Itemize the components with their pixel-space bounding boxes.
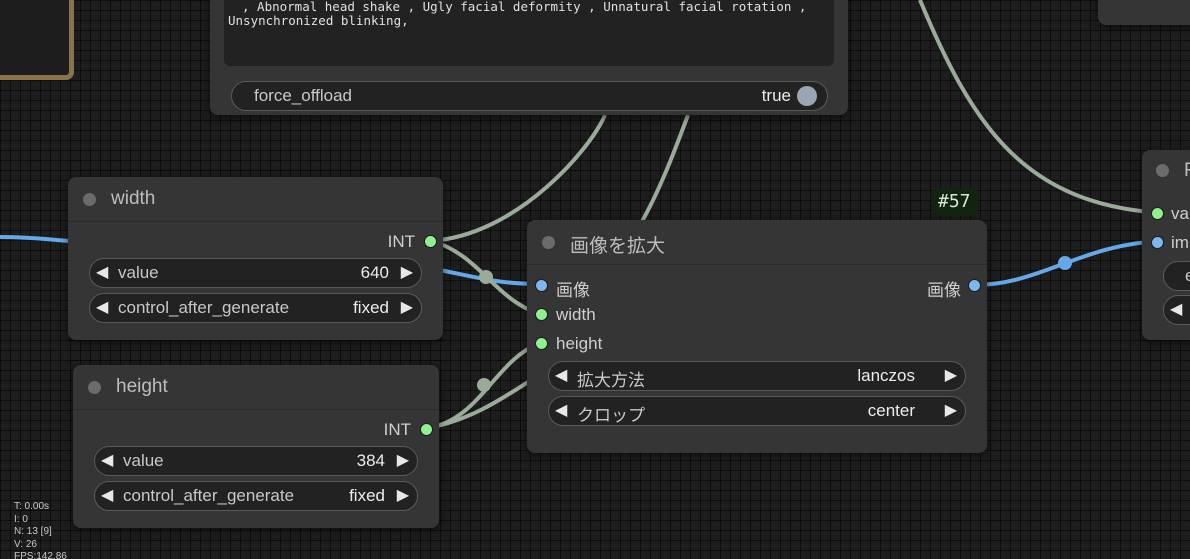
arrow-right-icon[interactable]: ▶ — [401, 297, 413, 317]
upscale-node-header[interactable]: 画像を拡大 — [527, 220, 987, 265]
output-image-dot[interactable] — [968, 279, 981, 292]
widget-value: lanczos — [857, 366, 915, 385]
widget-name: value — [123, 451, 164, 470]
right-node-input-im-label: im — [1171, 233, 1189, 252]
arrow-left-icon[interactable]: ◀ — [96, 262, 108, 282]
right-node-fragment[interactable]: F va im e ◀ — [1142, 150, 1190, 340]
link-reroute-dot-3[interactable] — [1058, 256, 1072, 270]
link-upscale-to-right — [973, 239, 1161, 287]
right-node-title-fragment: F — [1184, 160, 1190, 181]
arrow-right-icon[interactable]: ▶ — [945, 365, 957, 385]
right-node-input-va-dot[interactable] — [1151, 207, 1164, 220]
height-node[interactable]: height INT ◀ value 384 ▶ ◀ control_after… — [73, 365, 439, 528]
input-image-label: 画像 — [556, 281, 590, 300]
upscale-method-widget[interactable]: ◀ 拡大方法 lanczos ▶ — [548, 361, 966, 391]
render-stats: T: 0.00s I: 0 N: 13 [9] V: 26 FPS:142.86 — [14, 501, 67, 559]
height-node-output-dot[interactable] — [420, 423, 433, 436]
arrow-left-icon[interactable]: ◀ — [555, 400, 567, 420]
width-node-status-dot — [83, 193, 96, 206]
widget-value: fixed — [349, 486, 385, 505]
height-node-title: height — [116, 376, 168, 397]
arrow-left-icon[interactable]: ◀ — [101, 450, 113, 470]
prompt-text-line-2: Unsynchronized blinking, — [228, 13, 409, 28]
input-height-dot[interactable] — [535, 337, 548, 350]
link-reroute-dot-2[interactable] — [477, 378, 491, 392]
prompt-text-line-1: , Abnormal head shake , Ugly facial defo… — [242, 0, 807, 14]
right-node-widget-1[interactable]: e — [1163, 261, 1190, 291]
width-value-widget[interactable]: ◀ value 640 ▶ — [89, 258, 422, 288]
widget-value: fixed — [353, 298, 389, 317]
widget-name: control_after_generate — [123, 486, 295, 505]
stat-nodes: N: 13 [9] — [14, 526, 52, 537]
widget-value: 384 — [356, 451, 385, 470]
link-reroute-dot-1[interactable] — [479, 270, 493, 284]
widget-name: value — [118, 263, 159, 282]
height-node-output-label: INT — [383, 420, 411, 439]
node-graph-canvas[interactable]: , Abnormal head shake , Ugly facial defo… — [0, 0, 1190, 559]
width-control-widget[interactable]: ◀ control_after_generate fixed ▶ — [89, 293, 422, 323]
arrow-right-icon[interactable]: ▶ — [401, 262, 413, 282]
stat-v: V: 26 — [14, 538, 37, 550]
link-left-image-in — [0, 235, 71, 243]
input-width-dot[interactable] — [535, 308, 548, 321]
upscale-node-status-dot — [542, 236, 555, 249]
right-node-input-va-label: va — [1171, 204, 1189, 223]
arrow-right-icon[interactable]: ▶ — [397, 485, 409, 505]
widget-name: control_after_generate — [118, 298, 290, 317]
stat-i: I: 0 — [14, 513, 28, 525]
prompt-textarea[interactable]: , Abnormal head shake , Ugly facial defo… — [224, 0, 834, 66]
link-top-to-upscale-2 — [638, 114, 690, 226]
link-height-to-upscale-a — [427, 341, 541, 430]
group-frame-fragment — [0, 0, 74, 80]
upscale-image-node[interactable]: 画像を拡大 画像 width height 画像 ◀ 拡大方法 lanczos … — [527, 220, 987, 453]
toggle-knob-icon — [797, 86, 817, 106]
widget-value: center — [867, 401, 915, 420]
width-node-title: width — [111, 188, 156, 209]
width-node-output-dot[interactable] — [424, 235, 437, 248]
arrow-left-icon[interactable]: ◀ — [555, 365, 567, 385]
arrow-left-icon[interactable]: ◀ — [96, 297, 108, 317]
right-node-status-dot — [1156, 164, 1169, 177]
upscale-node-title: 画像を拡大 — [570, 236, 666, 257]
right-node-widget-2[interactable]: ◀ — [1163, 295, 1190, 325]
width-node-output-label: INT — [387, 232, 415, 251]
height-control-widget[interactable]: ◀ control_after_generate fixed ▶ — [94, 481, 418, 511]
node-id-badge: #57 — [931, 188, 978, 216]
widget-value: 640 — [360, 263, 389, 282]
width-node[interactable]: width INT ◀ value 640 ▶ ◀ control_after_… — [68, 177, 443, 340]
prompt-node[interactable]: , Abnormal head shake , Ugly facial defo… — [210, 0, 848, 115]
force-offload-toggle[interactable]: force_offload true — [231, 81, 828, 111]
widget-name: クロップ — [577, 406, 645, 425]
input-image-dot[interactable] — [535, 279, 548, 292]
force-offload-label: force_offload — [254, 86, 352, 105]
link-top-to-right — [918, 0, 1151, 214]
widget-name: 拡大方法 — [577, 371, 645, 390]
height-node-status-dot — [88, 381, 101, 394]
output-image-label: 画像 — [927, 281, 961, 300]
height-value-widget[interactable]: ◀ value 384 ▶ — [94, 446, 418, 476]
link-height-to-upscale-b — [427, 380, 530, 430]
right-node-widget-fragment: e — [1185, 266, 1190, 285]
input-height-label: height — [556, 334, 603, 353]
arrow-left-icon[interactable]: ◀ — [101, 485, 113, 505]
height-node-header[interactable]: height — [73, 365, 439, 410]
force-offload-value: true — [761, 86, 791, 105]
arrow-right-icon[interactable]: ▶ — [945, 400, 957, 420]
right-node-input-im-dot[interactable] — [1151, 236, 1164, 249]
link-image-to-upscale — [439, 268, 541, 286]
crop-widget[interactable]: ◀ クロップ center ▶ — [548, 396, 966, 426]
right-node-fragment-top[interactable] — [1098, 0, 1190, 25]
stat-fps: FPS:142.86 — [14, 551, 67, 559]
link-width-to-upscale — [431, 239, 541, 316]
arrow-left-icon[interactable]: ◀ — [1170, 299, 1182, 319]
width-node-header[interactable]: width — [68, 177, 443, 222]
stat-time: T: 0.00s — [14, 501, 50, 512]
input-width-label: width — [556, 305, 596, 324]
arrow-right-icon[interactable]: ▶ — [397, 450, 409, 470]
